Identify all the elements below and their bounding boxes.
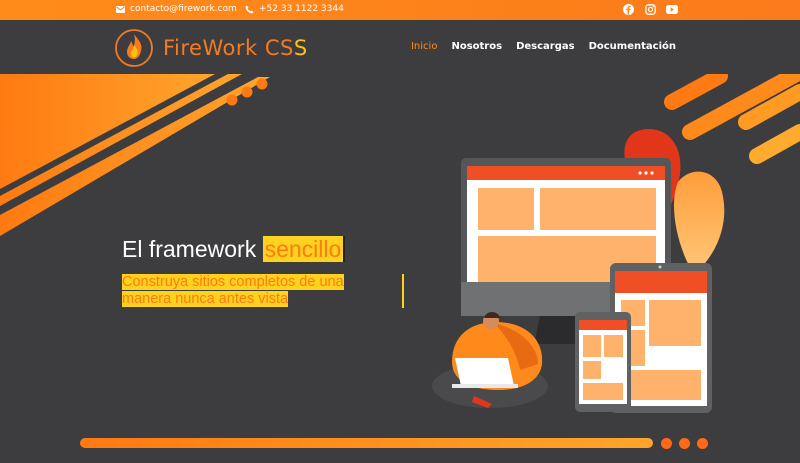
phone-icon — [245, 5, 254, 13]
contact-phone[interactable]: +52 33 1122 3344 — [245, 4, 344, 14]
contact-email[interactable]: contacto@firework.com — [116, 4, 237, 14]
email-text: contacto@firework.com — [130, 4, 237, 14]
brand-name: FireWork CSS — [163, 36, 308, 60]
subline-line-2: manera nunca antes vista — [122, 291, 289, 307]
decorative-dot — [661, 438, 672, 449]
hero-section: El framework sencillo Construya sitios c… — [0, 74, 800, 463]
nav-item-inicio[interactable]: Inicio — [411, 41, 437, 52]
subline-line-1: Construya sitios completos de una — [122, 274, 344, 290]
nav-item-nosotros[interactable]: Nosotros — [451, 41, 502, 52]
social-links — [622, 3, 678, 15]
nav-item-descargas[interactable]: Descargas — [516, 41, 575, 52]
phone-device — [575, 312, 631, 412]
envelope-icon — [116, 5, 125, 13]
left-diagonal-stripes — [0, 74, 270, 236]
decorative-dot — [697, 438, 708, 449]
brand-name-last: S — [293, 36, 308, 60]
phone-text: +52 33 1122 3344 — [259, 4, 344, 14]
youtube-icon[interactable] — [666, 3, 678, 15]
top-contact-bar: contacto@firework.com +52 33 1122 3344 — [0, 0, 800, 20]
hero-illustration — [0, 74, 800, 413]
nav-menu: Inicio Nosotros Descargas Documentación — [411, 41, 676, 52]
headline-prefix: El framework — [122, 236, 263, 262]
facebook-icon[interactable] — [622, 3, 634, 15]
flame-logo-icon — [115, 29, 153, 67]
main-navbar: FireWork CSS Inicio Nosotros Descargas D… — [0, 20, 800, 74]
headline-highlight: sencillo — [262, 236, 346, 262]
instagram-icon[interactable] — [644, 3, 656, 15]
hero-headline: El framework sencillo — [122, 236, 346, 263]
right-diagonal-stripes — [664, 74, 800, 164]
hero-subline: Construya sitios completos de una manera… — [122, 274, 404, 308]
brand-name-main: FireWork CS — [163, 36, 294, 60]
nav-item-documentacion[interactable]: Documentación — [589, 41, 676, 52]
decorative-bottom-bar — [80, 438, 653, 448]
decorative-dot — [679, 438, 690, 449]
brand-logo[interactable]: FireWork CSS — [114, 28, 308, 68]
person-with-laptop — [432, 312, 548, 408]
